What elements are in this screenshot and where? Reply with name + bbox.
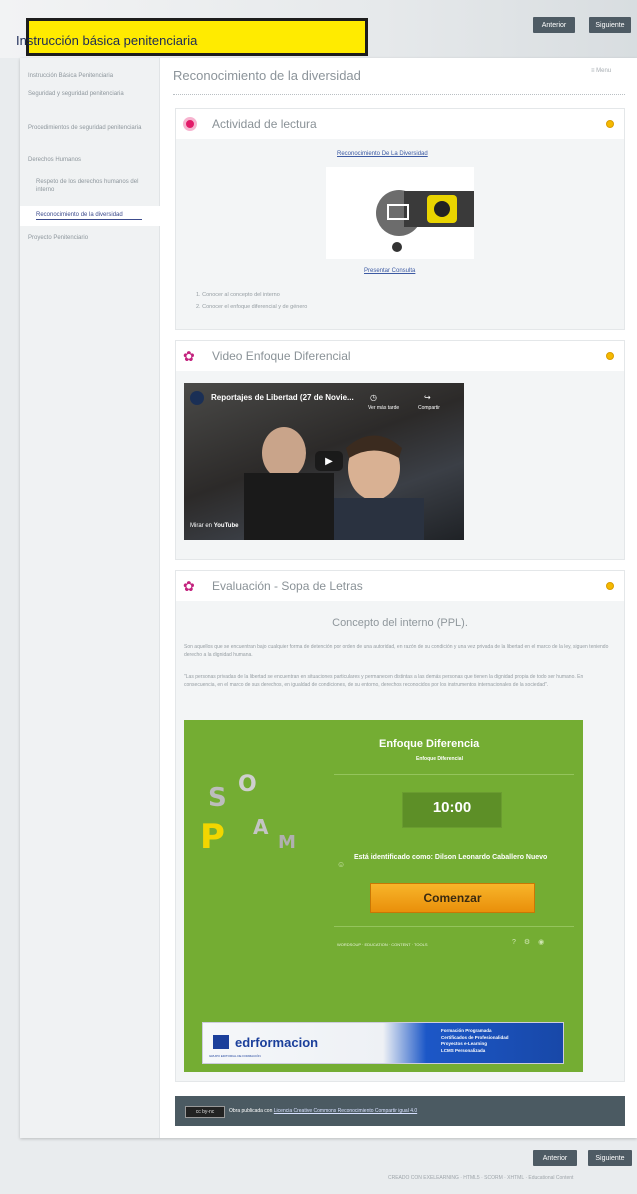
license-prefix: Obra publicada con [229,1108,273,1114]
sopa-logo-icon: S O P A M [200,772,296,856]
card-header: Actividad de lectura [176,109,624,139]
sidebar-item-derechos[interactable]: Derechos Humanos [28,156,152,164]
svg-text:O: O [238,772,257,797]
start-button[interactable]: Comenzar [370,883,535,913]
word-soup-quiz: S O P A M Enfoque Diferencia Enfoque Dif… [184,720,583,1072]
license-text: Obra publicada con Licencia Creative Com… [229,1108,417,1114]
share-icon[interactable]: ↪ [424,393,431,402]
sidebar-item-respeto[interactable]: Respeto de los derechos humanos del inte… [36,178,150,194]
toggle-icon[interactable] [606,352,614,360]
reading-bullet-1: 1. Conocer al concepto del interno [196,292,280,298]
ad-logo: edrformacion [235,1035,319,1050]
ad-lines: Formación Programada Certificados de Pro… [441,1028,509,1054]
prev-button-top[interactable]: Anterior [533,17,575,33]
reading-link-top[interactable]: Reconocimiento De La Diversidad [337,151,428,157]
concept-paragraph-1: Son aquellos que se encuentran bajo cual… [184,644,609,658]
next-button-top[interactable]: Siguiente [589,17,631,33]
evaluation-title: Evaluación - Sopa de Letras [212,579,363,593]
menu-link[interactable]: ≡ Menu [591,68,611,74]
page-title: Reconocimiento de la diversidad [173,68,361,83]
svg-text:M: M [278,832,296,853]
sidebar-item-instruccion[interactable]: Instrucción Básica Penitenciaria [28,72,152,80]
license-bar: cc by-nc Obra publicada con Licencia Cre… [175,1096,625,1126]
play-icon[interactable]: ▶ [315,451,343,471]
ad-tagline: GRUPO EDITORIAL DE FORMACIÓN [209,1054,261,1058]
quiz-footer-icons[interactable]: ?⚙◉ [512,938,552,946]
reading-title: Actividad de lectura [212,117,317,131]
card-header: ✿ Evaluación - Sopa de Letras [176,571,624,601]
identified-text: Está identificado como: Dilson Leonardo … [354,854,548,861]
puzzle-icon: ✿ [183,578,195,594]
puzzle-icon: ✿ [183,348,195,364]
course-title: Instrucción básica penitenciaria [16,33,198,48]
watch-on-label: Mirar en [190,523,213,529]
cc-license-icon[interactable]: cc by-nc [185,1106,225,1118]
ad-logo-icon [213,1035,229,1049]
video-thumbnail [244,427,424,540]
prev-button-bottom[interactable]: Anterior [533,1150,577,1166]
sidebar-item-procedimientos[interactable]: Procedimientos de seguridad penitenciari… [28,124,152,132]
quiz-subheading: Enfoque Diferencial [416,756,463,762]
reading-preview [326,167,474,259]
sidebar-item-seguridad[interactable]: Seguridad y seguridad penitenciaria [28,90,152,98]
menu-label: Menu [596,68,612,74]
footer-credit: CREADO CON EXELEARNING · HTML5 · SCORM ·… [388,1175,574,1181]
youtube-logo: YouTube [213,523,239,529]
ad-line: LCMS Personalizada [441,1047,486,1053]
youtube-watch-on[interactable]: Mirar en YouTube [190,523,238,529]
card-header: ✿ Video Enfoque Diferencial [176,341,624,371]
reading-bullet-2: 2. Conocer el enfoque diferencial y de g… [196,304,308,310]
svg-text:A: A [253,815,269,839]
toggle-icon[interactable] [606,120,614,128]
document-preview-icon [376,190,474,252]
sidebar-item-reconocimiento[interactable]: Reconocimiento de la diversidad [36,211,142,220]
youtube-video[interactable]: Reportajes de Libertad (27 de Novie... ◷… [184,383,464,540]
concept-paragraph-2: "Las personas privadas de la libertad se… [184,674,584,688]
video-yt-title[interactable]: Reportajes de Libertad (27 de Novie... [211,393,354,402]
clock-icon[interactable]: ◷ [370,393,377,402]
book-icon [183,117,197,131]
concept-title: Concepto del interno (PPL). [332,617,468,629]
next-button-bottom[interactable]: Siguiente [588,1150,632,1166]
sidebar-item-proyecto[interactable]: Proyecto Penitenciario [28,234,152,242]
quiz-heading: Enfoque Diferencia [379,738,480,750]
user-icon: ☺ [337,860,346,869]
share-label[interactable]: Compartir [418,405,440,411]
svg-text:S: S [208,783,227,813]
timer-box: 10:00 [402,792,502,828]
video-title: Video Enfoque Diferencial [212,349,351,363]
toggle-icon[interactable] [606,582,614,590]
ad-banner[interactable]: edrformacion GRUPO EDITORIAL DE FORMACIÓ… [202,1022,564,1064]
title-divider [173,94,625,95]
reading-activity-card: Actividad de lectura Reconocimiento De L… [175,108,625,330]
reading-link-bottom[interactable]: Presentar Consulta [364,268,415,274]
quiz-footer-text: WORDSOUP · EDUCATION · CONTENT · TOOLS [337,942,428,947]
watch-later-label[interactable]: Ver más tarde [368,405,399,411]
quiz-divider [334,926,574,927]
svg-text:P: P [200,817,225,856]
quiz-divider [334,774,574,775]
channel-avatar[interactable] [190,391,204,405]
license-link[interactable]: Licencia Creative Commons Reconocimiento… [274,1108,417,1114]
timer-value: 10:00 [432,799,472,816]
